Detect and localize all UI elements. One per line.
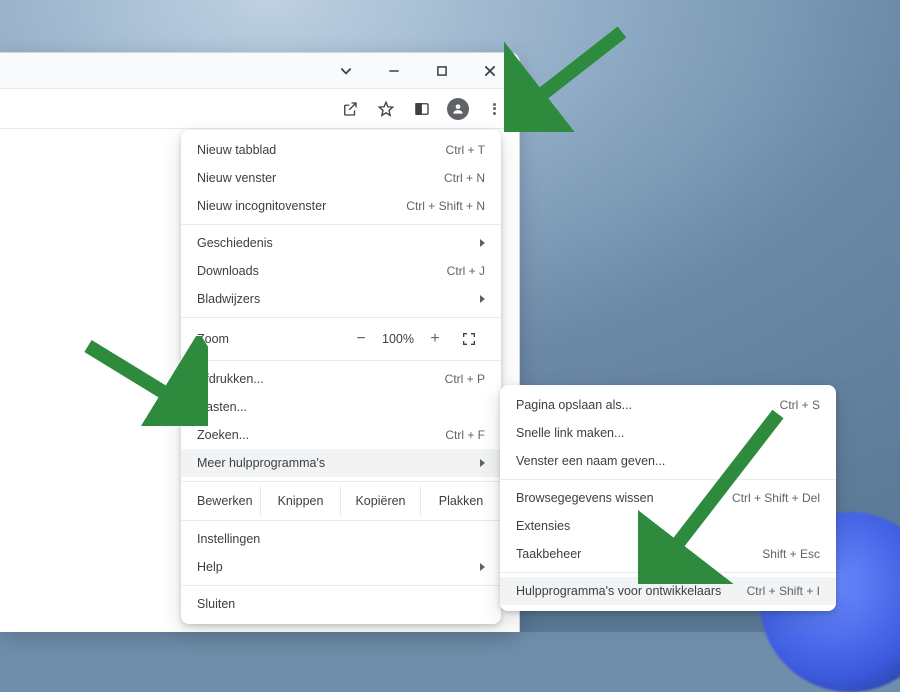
edit-copy-button[interactable]: Kopiëren [341,486,421,516]
menu-item-label: Snelle link maken... [516,426,624,440]
menu-item-label: Bladwijzers [197,292,260,306]
separator [181,520,501,521]
tab-search-dropdown[interactable] [323,55,369,87]
shortcut: Ctrl + T [446,143,485,157]
chevron-right-icon [480,295,485,303]
menu-item-label: Nieuw venster [197,171,276,185]
titlebar [0,53,519,89]
menu-item-label: Downloads [197,264,259,278]
menu-item-label: Nieuw incognitovenster [197,199,326,213]
separator [181,224,501,225]
submenu-name-window[interactable]: Venster een naam geven... [500,447,836,475]
menu-item-label: Taakbeheer [516,547,581,561]
menu-item-label: Zoeken... [197,428,249,442]
chevron-right-icon [480,459,485,467]
submenu-save-page[interactable]: Pagina opslaan als... Ctrl + S [500,391,836,419]
maximize-button[interactable] [419,55,465,87]
menu-item-label: Nieuw tabblad [197,143,276,157]
submenu-developer-tools[interactable]: Hulpprogramma's voor ontwikkelaars Ctrl … [500,577,836,605]
shortcut: Ctrl + P [445,372,485,386]
shortcut: Ctrl + Shift + I [747,584,820,598]
share-icon[interactable] [335,94,365,124]
shortcut: Ctrl + S [780,398,820,412]
zoom-out-button[interactable]: − [347,330,375,348]
submenu-extensions[interactable]: Extensies [500,512,836,540]
menu-bookmarks[interactable]: Bladwijzers [181,285,501,313]
menu-exit[interactable]: Sluiten [181,590,501,618]
menu-item-label: Instellingen [197,532,260,546]
shortcut: Ctrl + F [445,428,485,442]
menu-print[interactable]: Afdrukken... Ctrl + P [181,365,501,393]
profile-avatar-icon[interactable] [443,94,473,124]
menu-edit-row: Bewerken Knippen Kopiëren Plakken [181,486,501,516]
shortcut: Ctrl + N [444,171,485,185]
menu-cast[interactable]: Casten... [181,393,501,421]
separator [181,360,501,361]
menu-help[interactable]: Help [181,553,501,581]
menu-item-label: Sluiten [197,597,235,611]
separator [500,479,836,480]
menu-item-label: Afdrukken... [197,372,264,386]
submenu-clear-browsing[interactable]: Browsegegevens wissen Ctrl + Shift + Del [500,484,836,512]
menu-item-label: Venster een naam geven... [516,454,665,468]
close-button[interactable] [467,55,513,87]
zoom-value: 100% [375,332,421,346]
menu-item-label: Hulpprogramma's voor ontwikkelaars [516,584,721,598]
menu-new-tab[interactable]: Nieuw tabblad Ctrl + T [181,136,501,164]
separator [181,585,501,586]
shortcut: Ctrl + Shift + N [406,199,485,213]
more-tools-submenu: Pagina opslaan als... Ctrl + S Snelle li… [500,385,836,611]
chevron-right-icon [480,239,485,247]
menu-new-window[interactable]: Nieuw venster Ctrl + N [181,164,501,192]
menu-item-label: Help [197,560,223,574]
bookmark-star-icon[interactable] [371,94,401,124]
shortcut: Ctrl + Shift + Del [732,491,820,505]
menu-item-label: Browsegegevens wissen [516,491,654,505]
menu-button[interactable] [479,94,509,124]
menu-zoom: Zoom − 100% + [181,322,501,356]
menu-item-label: Extensies [516,519,570,533]
menu-item-label: Geschiedenis [197,236,273,250]
submenu-task-manager[interactable]: Taakbeheer Shift + Esc [500,540,836,568]
shortcut: Ctrl + J [447,264,485,278]
chevron-right-icon [480,563,485,571]
menu-find[interactable]: Zoeken... Ctrl + F [181,421,501,449]
menu-more-tools[interactable]: Meer hulpprogramma's [181,449,501,477]
menu-downloads[interactable]: Downloads Ctrl + J [181,257,501,285]
menu-item-label: Pagina opslaan als... [516,398,632,412]
menu-history[interactable]: Geschiedenis [181,229,501,257]
zoom-in-button[interactable]: + [421,330,449,348]
zoom-label: Zoom [197,332,347,346]
separator [181,481,501,482]
separator [181,317,501,318]
menu-item-label: Casten... [197,400,247,414]
edit-cut-button[interactable]: Knippen [261,486,341,516]
toolbar [0,89,519,129]
edit-label: Bewerken [181,486,261,516]
menu-item-label: Meer hulpprogramma's [197,456,325,470]
separator [500,572,836,573]
minimize-button[interactable] [371,55,417,87]
menu-new-incognito[interactable]: Nieuw incognitovenster Ctrl + Shift + N [181,192,501,220]
fullscreen-button[interactable] [449,331,489,347]
submenu-create-shortcut[interactable]: Snelle link maken... [500,419,836,447]
sidepanel-icon[interactable] [407,94,437,124]
chrome-menu: Nieuw tabblad Ctrl + T Nieuw venster Ctr… [181,130,501,624]
menu-settings[interactable]: Instellingen [181,525,501,553]
edit-paste-button[interactable]: Plakken [421,486,501,516]
shortcut: Shift + Esc [762,547,820,561]
